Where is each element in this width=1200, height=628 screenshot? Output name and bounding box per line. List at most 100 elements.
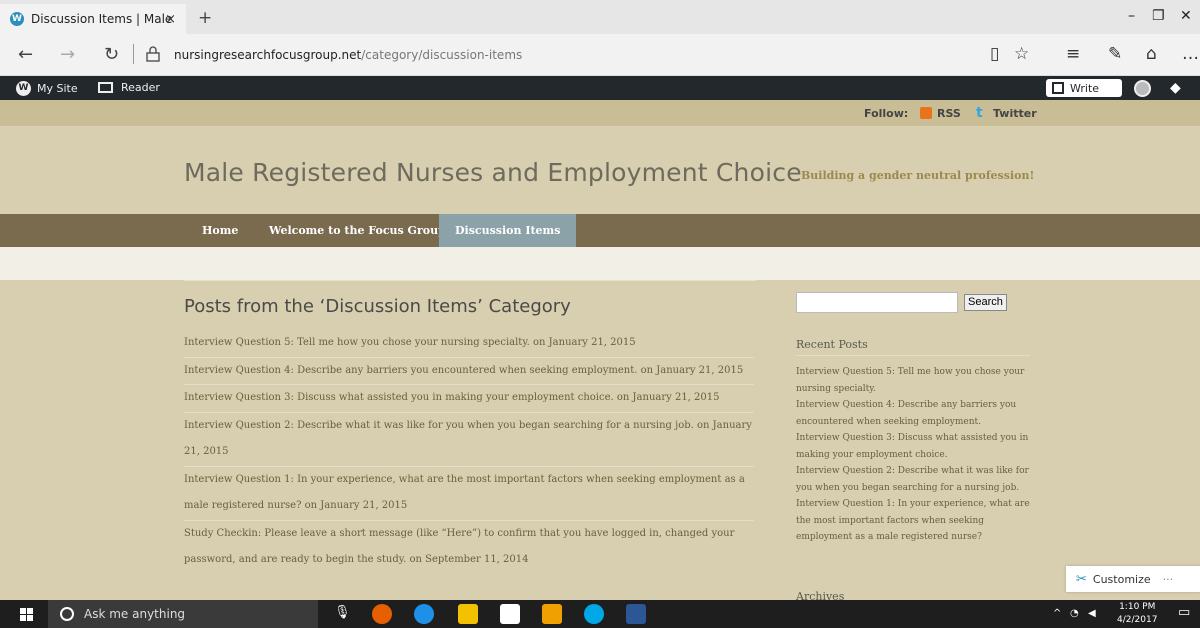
recent-post-link[interactable]: Interview Question 1: In your experience… [796,496,1036,546]
url-field[interactable]: nursingresearchfocusgroup.net/category/d… [174,48,522,62]
customize-icon: ✂ [1076,571,1087,587]
back-icon[interactable]: ← [18,44,33,65]
hub-icon[interactable]: ≡ [1066,44,1080,64]
file-explorer-icon[interactable] [458,604,478,624]
recent-posts-list: Interview Question 5: Tell me how you ch… [796,364,1036,546]
list-item: Study Checkin: Please leave a short mess… [184,521,754,574]
search-button[interactable]: Search [964,294,1007,311]
post-date: on September 11, 2014 [409,554,529,565]
taskbar: Ask me anything 🎙 ^ ◔ ◀ 1:10 PM 4/2/2017… [0,600,1200,628]
list-item: Interview Question 3: Discuss what assis… [184,385,754,413]
url-domain: nursingresearchfocusgroup.net [174,48,362,62]
share-icon[interactable]: ⌂ [1146,44,1157,64]
show-hidden-icons-icon[interactable]: ^ [1053,608,1061,619]
recent-post-link[interactable]: Interview Question 5: Tell me how you ch… [796,364,1036,397]
close-window-icon[interactable]: ✕ [1180,8,1192,24]
web-note-icon[interactable]: ✎ [1108,44,1122,64]
forward-icon[interactable]: → [60,44,75,65]
recent-post-link[interactable]: Interview Question 3: Discuss what assis… [796,430,1036,463]
post-link[interactable]: Interview Question 1: In your experience… [184,474,745,512]
customize-label: Customize [1092,572,1151,586]
clock-time: 1:10 PM [1119,602,1156,612]
site-header: Male Registered Nurses and Employment Ch… [0,126,1200,214]
wordpress-icon: W [16,81,31,96]
post-list: Interview Question 5: Tell me how you ch… [184,330,754,574]
recent-posts-heading: Recent Posts [796,338,868,351]
post-date: on January 21, 2015 [304,500,408,511]
post-link[interactable]: Interview Question 4: Describe any barri… [184,365,637,376]
tab-close-icon[interactable]: × [165,12,176,27]
post-link[interactable]: Interview Question 2: Describe what it w… [184,420,694,431]
follow-bar: Follow: RSS t Twitter [0,100,1200,126]
divider [184,280,756,281]
wordpress-favicon-icon: W [10,12,24,26]
favorite-star-icon[interactable]: ☆ [1014,44,1029,64]
nav-item-welcome[interactable]: Welcome to the Focus Group! [253,214,467,247]
post-date: on January 21, 2015 [533,337,636,348]
avatar[interactable] [1134,80,1151,97]
write-icon [1052,82,1064,94]
twitter-icon[interactable]: t [976,105,983,121]
list-item: Interview Question 2: Describe what it w… [184,413,754,467]
microphone-icon[interactable]: 🎙 [334,605,351,620]
write-button[interactable]: Write [1046,79,1122,97]
tab-title: Discussion Items | Male [31,12,173,26]
reading-view-icon[interactable]: ▯ [990,44,999,64]
list-item: Interview Question 5: Tell me how you ch… [184,330,754,358]
customize-button[interactable]: ✂ Customize ··· [1066,566,1200,592]
rss-icon[interactable] [920,107,932,119]
store-icon[interactable] [500,604,520,624]
recent-post-link[interactable]: Interview Question 4: Describe any barri… [796,397,1036,430]
list-item: Interview Question 4: Describe any barri… [184,358,754,385]
cortana-icon [60,607,74,621]
content-area: Posts from the ‘Discussion Items’ Catego… [0,280,1200,603]
reader-button[interactable]: Reader [98,81,160,94]
restore-icon[interactable]: ❐ [1152,8,1165,24]
wifi-icon[interactable]: ◔ [1070,608,1079,619]
new-tab-icon[interactable]: + [198,8,212,28]
nav-item-home[interactable]: Home [186,214,254,247]
my-site-button[interactable]: W My Site [16,81,78,96]
list-item: Interview Question 1: In your experience… [184,467,754,521]
post-date: on January 21, 2015 [616,392,720,403]
divider [796,355,1030,356]
reader-icon [98,82,113,93]
volume-icon[interactable]: ◀ [1088,608,1096,619]
twitter-link[interactable]: Twitter [993,107,1037,120]
lock-icon [146,46,160,62]
app-icon[interactable] [542,604,562,624]
more-icon[interactable]: … [1182,44,1199,64]
browser-tab[interactable]: W Discussion Items | Male × [0,4,186,34]
post-link[interactable]: Interview Question 3: Discuss what assis… [184,392,614,403]
separator [133,44,134,64]
more-options-icon[interactable]: ··· [1163,573,1174,586]
notifications-icon[interactable]: ◆ [1170,80,1181,96]
windows-start-icon[interactable] [20,608,33,621]
site-title[interactable]: Male Registered Nurses and Employment Ch… [184,158,802,187]
skype-icon[interactable] [584,604,604,624]
nav-item-discussion-items[interactable]: Discussion Items [439,214,577,247]
follow-label: Follow: [864,107,909,120]
edge-icon[interactable] [414,604,434,624]
site-tagline: Building a gender neutral profession! [801,169,1035,182]
system-clock[interactable]: 1:10 PM 4/2/2017 [1117,601,1157,627]
post-link[interactable]: Interview Question 5: Tell me how you ch… [184,337,530,348]
firefox-icon[interactable] [372,604,392,624]
action-center-icon[interactable]: ▭ [1178,605,1190,620]
browser-tab-bar: W Discussion Items | Male × + – ❐ ✕ [0,0,1200,34]
main-nav: Home Welcome to the Focus Group! Discuss… [0,214,1200,247]
reader-label: Reader [121,81,160,94]
wp-admin-bar: W My Site Reader Write ◆ [0,76,1200,100]
content-top-strip [0,247,1200,280]
word-icon[interactable] [626,604,646,624]
post-date: on January 21, 2015 [640,364,744,376]
write-label: Write [1070,81,1100,95]
refresh-icon[interactable]: ↻ [104,44,119,65]
recent-post-link[interactable]: Interview Question 2: Describe what it w… [796,463,1036,496]
minimize-icon[interactable]: – [1128,8,1135,24]
rss-link[interactable]: RSS [937,107,961,120]
url-path: /category/discussion-items [361,48,523,62]
category-title: Posts from the ‘Discussion Items’ Catego… [184,296,571,317]
address-bar: ← → ↻ nursingresearchfocusgroup.net/cate… [0,34,1200,76]
search-input[interactable] [796,292,958,313]
